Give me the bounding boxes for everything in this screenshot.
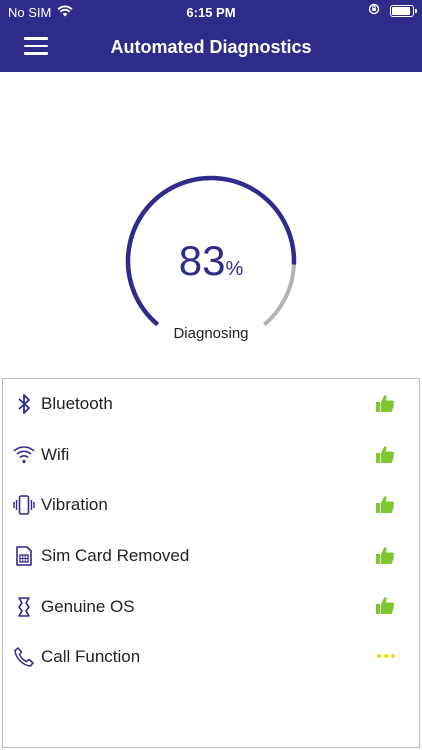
diagnostic-row-call-function[interactable]: Call Function [3, 632, 419, 683]
diagnostic-row-bluetooth[interactable]: Bluetooth [3, 379, 419, 430]
diagnostic-label: Sim Card Removed [41, 546, 190, 566]
genuine-os-icon [13, 595, 35, 619]
diagnostic-label: Call Function [41, 647, 141, 667]
vibration-icon [13, 493, 35, 517]
status-right [368, 3, 417, 18]
bluetooth-icon [13, 392, 35, 416]
phone-icon [13, 645, 35, 669]
wifi-icon [13, 443, 35, 467]
diagnostic-label: Genuine OS [41, 596, 135, 616]
diagnostic-label: Bluetooth [41, 394, 113, 414]
diagnostic-row-sim-card[interactable]: Sim Card Removed [3, 531, 419, 582]
progress-value: 83 [178, 237, 226, 284]
in-progress-dots-icon [377, 653, 395, 658]
thumbs-up-icon [373, 393, 397, 415]
app-header: No SIM 6:15 PM Automated Diagnostics [0, 0, 422, 72]
thumbs-up-icon [373, 545, 397, 567]
sim-card-icon [13, 544, 35, 568]
diagnostics-list: Bluetooth Wifi Vibration Sim Card Remove… [2, 378, 420, 748]
page-title: Automated Diagnostics [0, 37, 422, 58]
progress-ring: 83% [125, 175, 297, 347]
diagnostic-row-wifi[interactable]: Wifi [3, 430, 419, 481]
diagnostic-row-genuine-os[interactable]: Genuine OS [3, 581, 419, 632]
diagnostic-row-vibration[interactable]: Vibration [3, 480, 419, 531]
progress-label: Diagnosing [173, 325, 249, 342]
rotation-lock-icon [368, 3, 380, 18]
thumbs-up-icon [373, 494, 397, 516]
diagnostic-label: Wifi [41, 444, 70, 464]
status-bar: No SIM 6:15 PM [0, 0, 422, 24]
progress-percent: 83% [125, 237, 297, 285]
thumbs-up-icon [373, 444, 397, 466]
status-time: 6:15 PM [186, 5, 236, 20]
page-title-text: Automated Diagnostics [110, 37, 312, 57]
nav-bar: Automated Diagnostics [0, 24, 422, 72]
battery-icon [390, 4, 417, 17]
diagnostic-label: Vibration [41, 495, 108, 515]
thumbs-up-icon [373, 595, 397, 617]
progress-unit: % [225, 258, 244, 280]
